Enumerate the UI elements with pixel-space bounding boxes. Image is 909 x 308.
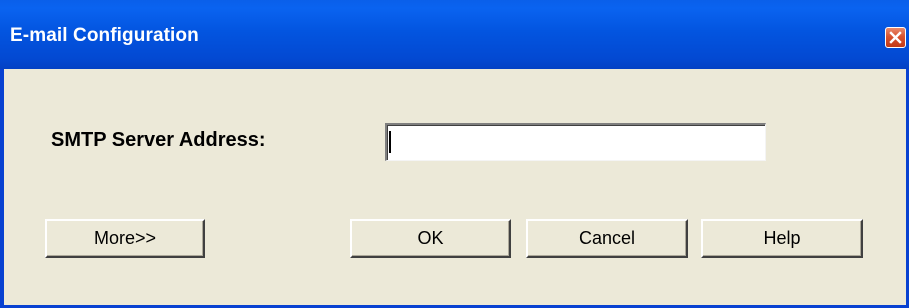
dialog-body: SMTP Server Address: More>> OK Cancel He… [4,69,906,305]
smtp-server-address-input[interactable] [385,123,766,161]
window-title: E-mail Configuration [10,25,199,46]
help-button[interactable]: Help [701,219,863,258]
close-icon [889,31,902,44]
cancel-button[interactable]: Cancel [526,219,688,258]
smtp-server-address-label: SMTP Server Address: [51,129,266,151]
email-configuration-dialog: E-mail Configuration SMTP Server Address… [0,0,909,308]
ok-button[interactable]: OK [350,219,511,258]
more-button[interactable]: More>> [45,219,205,258]
title-bar[interactable]: E-mail Configuration [0,0,909,69]
text-caret [389,131,391,153]
close-button[interactable] [885,27,906,48]
